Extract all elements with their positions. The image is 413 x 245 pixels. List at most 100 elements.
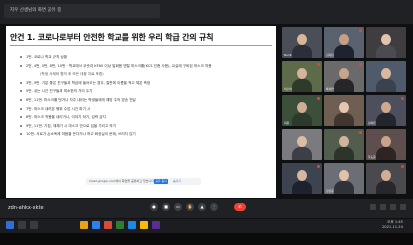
participant-video	[292, 181, 312, 194]
title-divider	[10, 45, 272, 46]
participant-face	[339, 34, 349, 45]
participant-tile[interactable]	[366, 27, 406, 58]
more-options-button[interactable]: ⋮	[210, 203, 218, 211]
excel-icon[interactable]	[116, 221, 124, 229]
participant-tile[interactable]: 강민준	[324, 163, 364, 194]
search-icon[interactable]	[18, 221, 26, 229]
end-call-icon: ✆	[238, 204, 242, 209]
participant-video	[376, 113, 396, 126]
word-icon[interactable]	[128, 221, 136, 229]
mic-toggle-button[interactable]: ●	[150, 203, 158, 211]
rule-item: 5번. 쉬는 시간 친구들과 최소한의 거리 두기	[20, 87, 270, 96]
rule-item: 1번. 코로나 학교 규칙 상황	[20, 53, 270, 62]
participant-video	[334, 113, 354, 126]
participant-video	[376, 79, 396, 92]
muted-mic-icon	[401, 97, 404, 100]
bullet-icon	[20, 98, 22, 101]
task-view-icon[interactable]	[30, 221, 38, 229]
rule-text: (학생 사례와 협의 후 모든 대웅 자료 포함)	[40, 72, 104, 77]
start-icon[interactable]	[6, 221, 14, 229]
rule-text: 5번. 쉬는 시간 친구들과 최소한의 거리 두기	[26, 89, 93, 94]
participant-face	[339, 170, 349, 181]
participant-video	[334, 79, 354, 92]
rule-text: 6번, 11번. 마스크를 벗거나 자주 내리는 학생들에게 예방 주의 방송 …	[26, 97, 136, 102]
file-explorer-icon[interactable]	[80, 221, 88, 229]
bullet-icon	[20, 81, 22, 84]
participant-tile[interactable]: NuriK	[282, 27, 322, 58]
participant-tile[interactable]	[324, 129, 364, 160]
windows-taskbar	[0, 219, 413, 233]
bullet-icon	[20, 116, 22, 119]
participant-tile[interactable]	[366, 61, 406, 92]
participant-name: 박서연	[326, 87, 334, 91]
participant-face	[381, 102, 391, 113]
captions-icon: ▭	[176, 204, 180, 209]
participant-name: 정하은	[368, 121, 376, 125]
participant-tile[interactable]	[366, 163, 406, 194]
participant-tile[interactable]	[324, 95, 364, 126]
rule-item: (학생 사례와 협의 후 모든 대웅 자료 포함)	[20, 70, 270, 79]
raise-hand-button[interactable]: ✋	[186, 203, 194, 211]
rule-item: 3번, 9번. 기분 좋은 친구들과 학급에 들어오는 경우, 칠판에 이름을 …	[20, 79, 270, 88]
chrome-icon[interactable]	[140, 221, 148, 229]
rule-item: 10번. 서로가 손소독제 마음을 쓴다거나 하고 화장실이 문제, 쓰러지 않…	[20, 130, 270, 139]
mic-icon: ●	[152, 204, 156, 209]
clock[interactable]: 오후 1:45 2021-11-24	[382, 220, 403, 230]
participant-face	[381, 170, 391, 181]
chat-button[interactable]	[390, 204, 396, 210]
leave-call-button[interactable]: ✆	[234, 203, 246, 211]
participant-video	[292, 113, 312, 126]
participant-grid: NuriK 김지민이수아 박서연최윤 정하은한도윤강민준	[282, 27, 410, 195]
bullet-icon	[20, 56, 22, 58]
camera-toggle-button[interactable]: ■	[162, 203, 170, 211]
participant-video	[334, 181, 354, 194]
participant-name: 최윤	[284, 121, 290, 125]
powerpoint-icon[interactable]	[104, 221, 112, 229]
participant-face	[339, 136, 349, 147]
clock-date: 2021-11-24	[382, 225, 403, 229]
people-button[interactable]	[380, 204, 386, 210]
participant-name: 한도윤	[368, 155, 376, 159]
participant-tile[interactable]: 한도윤	[366, 129, 406, 160]
rule-text: 8번. 마스크 착용을 내리거나, 이야기 하기, 입력 금지	[26, 115, 106, 120]
meeting-controls-bar: zdn-ahkx-xkte	[0, 199, 413, 218]
participant-tile[interactable]: 최윤	[282, 95, 322, 126]
participant-face	[339, 102, 349, 113]
participant-tile[interactable]: 김지민	[324, 27, 364, 58]
participant-face	[297, 170, 307, 181]
muted-mic-icon	[359, 29, 362, 32]
muted-mic-icon	[317, 165, 320, 168]
participant-face	[381, 136, 391, 147]
participant-tile[interactable]	[282, 129, 322, 160]
rule-text: 1번. 코로나 학교 규칙 상황	[26, 55, 68, 59]
teams-icon[interactable]	[152, 221, 160, 229]
participant-tile[interactable]: 이수아	[282, 61, 322, 92]
muted-mic-icon	[359, 131, 362, 134]
participant-face	[339, 68, 349, 79]
muted-mic-icon	[317, 97, 320, 100]
hand-icon: ✋	[187, 204, 193, 209]
bullet-icon	[20, 90, 22, 93]
participant-video	[376, 45, 396, 58]
stop-sharing-button[interactable]: 공유 중지	[154, 179, 168, 184]
meeting-code: zdn-ahkx-xkte	[8, 205, 44, 211]
participant-video	[376, 181, 396, 194]
participant-name: 강민준	[326, 189, 334, 193]
participant-name: 이수아	[284, 87, 292, 91]
info-button[interactable]	[370, 204, 376, 210]
slide-title: 안건 1. 코로나로부터 안전한 학교를 위한 우리 학급 간의 규칙	[10, 33, 214, 42]
captions-button[interactable]: ▭	[174, 203, 182, 211]
activities-button[interactable]	[400, 204, 406, 210]
participant-tile[interactable]: 박서연	[324, 61, 364, 92]
edge-icon[interactable]	[92, 221, 100, 229]
present-button[interactable]: ▲	[198, 203, 206, 211]
participant-name: 김지민	[326, 53, 334, 57]
bullet-icon	[20, 107, 22, 110]
participant-face	[297, 68, 307, 79]
hide-share-bar-button[interactable]: 숨기기	[170, 179, 184, 184]
participant-tile[interactable]: 정하은	[366, 95, 406, 126]
participant-video	[292, 79, 312, 92]
participant-video	[292, 45, 312, 58]
participant-tile[interactable]	[282, 163, 322, 194]
muted-mic-icon	[359, 63, 362, 66]
